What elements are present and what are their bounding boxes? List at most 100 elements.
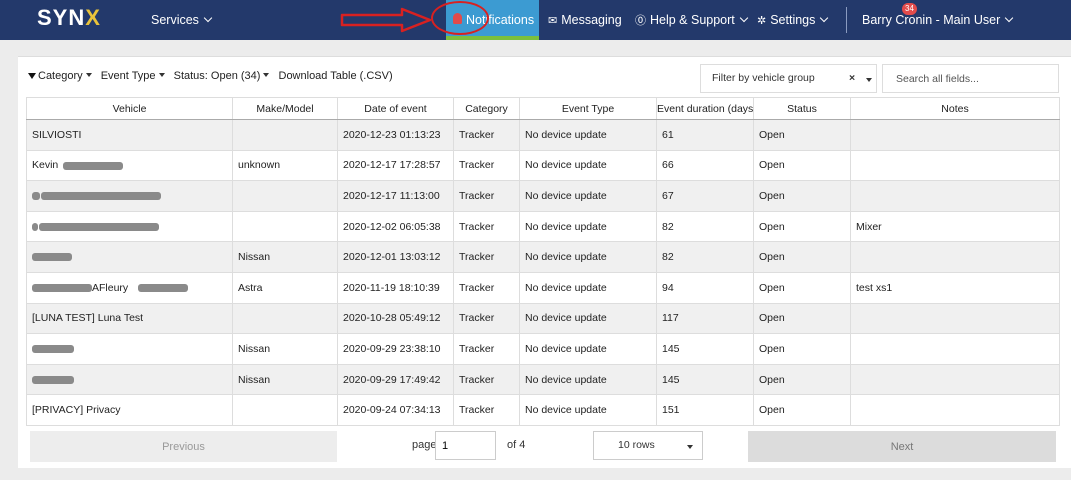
table-row[interactable]: Nissan 2020-09-29 23:38:10 Tracker No devic… (26, 333, 1060, 365)
column-header-category[interactable]: Category (453, 97, 520, 120)
cell-category: Tracker (453, 333, 520, 365)
table-row[interactable]: [PRIVACY] Privacy 2020-09-24 07:34:13 Trac… (26, 394, 1060, 426)
caret-down-icon[interactable] (866, 78, 872, 82)
cell-duration: 117 (656, 302, 754, 335)
rows-per-page-select[interactable]: 10 rows (593, 431, 703, 460)
page-number-input[interactable] (435, 431, 496, 460)
cell-event-type: No device update (519, 210, 657, 243)
cell-status: Open (753, 180, 851, 212)
nav-help-support[interactable]: ⓪ Help & Support (635, 0, 749, 40)
cell-text: 67 (662, 189, 674, 202)
cell-text: 2020-12-02 06:05:38 (343, 220, 441, 233)
cell-make: unknown (232, 149, 338, 182)
filter-icon (28, 73, 36, 79)
cell-text: 2020-10-28 05:49:12 (343, 312, 441, 325)
cell-text: Kevin (32, 159, 59, 172)
cell-text: Nissan (238, 342, 271, 355)
cell-notes (850, 363, 1060, 396)
table-row[interactable]: Nissan 2020-09-29 17:49:42 Tracker No devic… (26, 363, 1060, 396)
nav-settings-label: Settings (770, 13, 816, 27)
cell-vehicle: AFleury (26, 271, 233, 304)
cell-vehicle (26, 363, 233, 396)
table-toolbar: Category Event Type Status: Open (34) Do… (28, 70, 399, 82)
cell-vehicle: [LUNA TEST] Luna Test (26, 302, 233, 335)
cell-status: Open (753, 241, 851, 273)
cell-make (232, 210, 338, 243)
cell-category: Tracker (453, 363, 520, 396)
cell-text: Tracker (459, 404, 495, 417)
cell-text: Open (759, 404, 785, 417)
next-button[interactable]: Next (748, 431, 1056, 462)
synx-logo[interactable]: SYNX (37, 5, 101, 31)
column-header-make-model[interactable]: Make/Model (232, 97, 338, 120)
cell-event-type: No device update (519, 333, 657, 365)
cell-duration: 151 (656, 394, 754, 426)
cell-notes: test xs1 (850, 271, 1060, 304)
column-header-event-type[interactable]: Event Type (519, 97, 657, 120)
table-row[interactable]: Kevin unknown 2020-12-17 17:28:57 Tracker No… (26, 149, 1060, 182)
column-header-notes[interactable]: Notes (850, 97, 1060, 120)
cell-text: 82 (662, 220, 674, 233)
table-row[interactable]: AFleury Astra 2020-11-19 18:10:39 Tracker No… (26, 271, 1060, 304)
cell-text: No device update (525, 342, 607, 355)
table-row[interactable]: 2020-12-02 06:05:38 Tracker No device upda… (26, 210, 1060, 243)
nav-user-menu[interactable]: Barry Cronin - Main User (862, 0, 1014, 40)
table-row[interactable]: 2020-12-17 11:13:00 Tracker No device upda… (26, 180, 1060, 212)
cell-text: Tracker (459, 128, 495, 141)
table-row[interactable]: Nissan 2020-12-01 13:03:12 Tracker No devic… (26, 241, 1060, 273)
column-header-status[interactable]: Status (753, 97, 851, 120)
cell-text: test xs1 (856, 281, 893, 294)
cell-event-type: No device update (519, 394, 657, 426)
status-filter-label: Status: Open (34) (173, 70, 261, 82)
cell-vehicle: SILVIOSTI (26, 119, 233, 151)
cell-duration: 82 (656, 210, 754, 243)
clear-icon[interactable]: × (849, 65, 855, 92)
cell-date: 2020-09-29 23:38:10 (337, 333, 454, 365)
nav-messaging[interactable]: ✉ Messaging (548, 0, 622, 40)
nav-settings[interactable]: ✲ Settings (757, 0, 829, 40)
cell-duration: 82 (656, 241, 754, 273)
table-row[interactable]: SILVIOSTI 2020-12-23 01:13:23 Tracker No de… (26, 119, 1060, 151)
download-csv-link[interactable]: Download Table (.CSV) (279, 70, 393, 82)
redaction-mark (32, 375, 74, 384)
cell-vehicle: [PRIVACY] Privacy (26, 394, 233, 426)
search-input[interactable] (882, 64, 1059, 93)
cell-date: 2020-11-19 18:10:39 (337, 271, 454, 304)
cell-text: 117 (662, 312, 679, 325)
cell-status: Open (753, 271, 851, 304)
cell-event-type: No device update (519, 271, 657, 304)
vehicle-group-select[interactable]: Filter by vehicle group × (700, 64, 877, 93)
cell-text: No device update (525, 220, 607, 233)
chevron-down-icon (820, 13, 829, 23)
cell-category: Tracker (453, 241, 520, 273)
status-filter[interactable]: Status: Open (34) (174, 70, 270, 82)
cell-event-type: No device update (519, 363, 657, 396)
cell-text: AFleury (92, 281, 129, 294)
help-circle-icon: ⓪ (635, 15, 646, 27)
column-header-duration[interactable]: Event duration (days) (656, 97, 754, 120)
column-header-vehicle[interactable]: Vehicle (26, 97, 233, 120)
cell-text: No device update (525, 159, 607, 172)
redaction-mark (32, 222, 38, 231)
table-row[interactable]: [LUNA TEST] Luna Test 2020-10-28 05:49:12… (26, 302, 1060, 335)
cell-event-type: No device update (519, 241, 657, 273)
cell-text: 94 (662, 281, 674, 294)
previous-button[interactable]: Previous (30, 431, 337, 462)
top-navbar: SYNX Services 34 Notifications ✉ Messagin… (0, 0, 1071, 40)
cell-text: 2020-09-24 07:34:13 (343, 404, 441, 417)
column-header-date[interactable]: Date of event (337, 97, 454, 120)
category-filter[interactable]: Category (28, 70, 92, 82)
cell-duration: 61 (656, 119, 754, 151)
cell-text: 2020-12-01 13:03:12 (343, 251, 441, 264)
cell-category: Tracker (453, 180, 520, 212)
cell-make: Nissan (232, 363, 338, 396)
cell-make (232, 394, 338, 426)
cell-text: 2020-11-19 18:10:39 (343, 281, 440, 294)
cell-text: No device update (525, 373, 607, 386)
cell-notes (850, 241, 1060, 273)
redaction-mark (38, 222, 159, 231)
cell-date: 2020-10-28 05:49:12 (337, 302, 454, 335)
nav-services[interactable]: Services (151, 0, 213, 40)
cell-notes: Mixer (850, 210, 1060, 243)
event-type-filter[interactable]: Event Type (101, 70, 165, 82)
